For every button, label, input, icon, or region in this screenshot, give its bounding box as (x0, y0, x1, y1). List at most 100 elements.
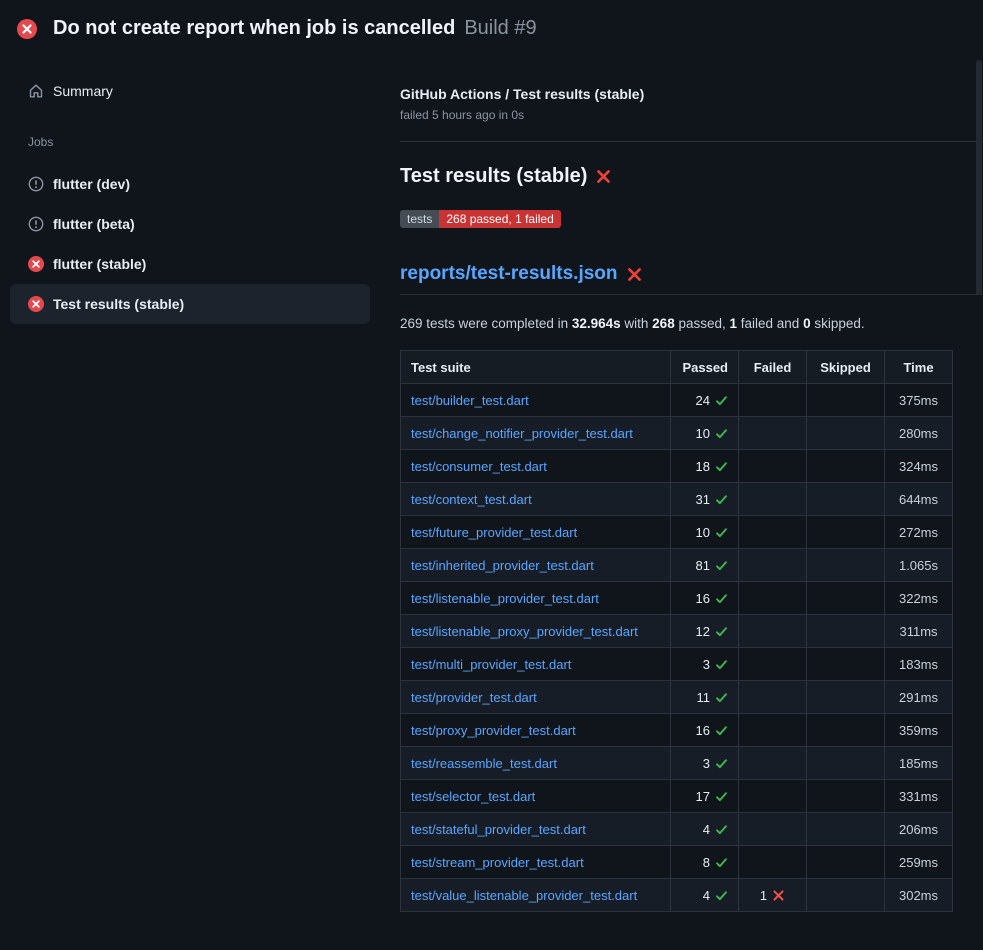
test-suite-cell: test/builder_test.dart (401, 384, 671, 417)
sidebar-job-item[interactable]: flutter (beta) (10, 204, 370, 244)
test-suite-cell: test/consumer_test.dart (401, 450, 671, 483)
sidebar-job-item[interactable]: flutter (dev) (10, 164, 370, 204)
test-suite-link[interactable]: test/inherited_provider_test.dart (411, 558, 594, 573)
time-cell: 324ms (885, 450, 953, 483)
time-cell: 206ms (885, 813, 953, 846)
sidebar-item-summary[interactable]: Summary (10, 73, 370, 109)
skipped-cell (807, 516, 885, 549)
summary-part: skipped. (811, 316, 865, 331)
passed-cell: 31 (671, 483, 739, 516)
x-circle-icon (28, 256, 44, 272)
table-header-row: Test suite Passed Failed Skipped Time (401, 351, 953, 384)
table-row: test/future_provider_test.dart10272ms (401, 516, 953, 549)
test-suite-link[interactable]: test/provider_test.dart (411, 690, 537, 705)
skipped-cell (807, 846, 885, 879)
check-icon (715, 493, 728, 506)
test-suite-cell: test/listenable_provider_test.dart (401, 582, 671, 615)
test-suite-cell: test/future_provider_test.dart (401, 516, 671, 549)
test-suite-link[interactable]: test/listenable_provider_test.dart (411, 591, 599, 606)
passed-count: 31 (696, 492, 710, 507)
section-title: Test results (stable) (400, 165, 983, 188)
test-suite-link[interactable]: test/builder_test.dart (411, 393, 529, 408)
test-suite-cell: test/proxy_provider_test.dart (401, 714, 671, 747)
test-suite-link[interactable]: test/selector_test.dart (411, 789, 535, 804)
failed-cell (739, 747, 807, 780)
passed-count: 12 (696, 624, 710, 639)
test-suite-link[interactable]: test/value_listenable_provider_test.dart (411, 888, 637, 903)
report-link[interactable]: reports/test-results.json (400, 263, 618, 285)
divider (400, 141, 983, 142)
test-suite-link[interactable]: test/reassemble_test.dart (411, 756, 557, 771)
column-header-time: Time (885, 351, 953, 384)
passed-cell: 24 (671, 384, 739, 417)
table-row: test/consumer_test.dart18324ms (401, 450, 953, 483)
test-suite-link[interactable]: test/stateful_provider_test.dart (411, 822, 586, 837)
passed-cell: 10 (671, 417, 739, 450)
summary-part: passed, (675, 316, 730, 331)
failed-cell (739, 483, 807, 516)
tests-badge: tests 268 passed, 1 failed (400, 210, 561, 228)
skipped-cell (807, 384, 885, 417)
summary-passed-count: 268 (652, 316, 675, 331)
test-suite-link[interactable]: test/future_provider_test.dart (411, 525, 577, 540)
test-suite-cell: test/selector_test.dart (401, 780, 671, 813)
sidebar-job-item[interactable]: flutter (stable) (10, 244, 370, 284)
check-icon (715, 526, 728, 539)
breadcrumb[interactable]: GitHub Actions / Test results (stable) (400, 86, 983, 102)
test-suite-cell: test/inherited_provider_test.dart (401, 549, 671, 582)
failed-count: 1 (760, 888, 767, 903)
passed-count: 4 (703, 888, 710, 903)
check-icon (715, 658, 728, 671)
table-row: test/provider_test.dart11291ms (401, 681, 953, 714)
skipped-cell (807, 582, 885, 615)
sidebar-job-item[interactable]: Test results (stable) (10, 284, 370, 324)
jobs-section-label: Jobs (0, 135, 380, 149)
column-header-skipped: Skipped (807, 351, 885, 384)
passed-cell: 12 (671, 615, 739, 648)
test-suite-link[interactable]: test/proxy_provider_test.dart (411, 723, 576, 738)
test-suite-link[interactable]: test/context_test.dart (411, 492, 532, 507)
check-icon (715, 592, 728, 605)
skipped-cell (807, 417, 885, 450)
passed-cell: 8 (671, 846, 739, 879)
failed-cell (739, 714, 807, 747)
check-icon (715, 724, 728, 737)
failed-cell (739, 417, 807, 450)
check-icon (715, 691, 728, 704)
test-suite-link[interactable]: test/listenable_proxy_provider_test.dart (411, 624, 638, 639)
time-cell: 331ms (885, 780, 953, 813)
failed-cell (739, 384, 807, 417)
time-cell: 185ms (885, 747, 953, 780)
sidebar-item-label: Summary (53, 83, 113, 99)
test-suite-cell: test/change_notifier_provider_test.dart (401, 417, 671, 450)
failed-cell (739, 582, 807, 615)
test-suite-link[interactable]: test/multi_provider_test.dart (411, 657, 571, 672)
table-row: test/listenable_proxy_provider_test.dart… (401, 615, 953, 648)
failed-cell (739, 549, 807, 582)
table-row: test/stateful_provider_test.dart 4 206ms (401, 813, 953, 846)
test-suite-link[interactable]: test/consumer_test.dart (411, 459, 547, 474)
passed-cell: 17 (671, 780, 739, 813)
time-cell: 1.065s (885, 549, 953, 582)
job-label: flutter (beta) (53, 216, 135, 232)
test-suite-link[interactable]: test/stream_provider_test.dart (411, 855, 584, 870)
test-suite-cell: test/stateful_provider_test.dart (401, 813, 671, 846)
check-icon (715, 625, 728, 638)
failed-cell: 1 (739, 879, 807, 912)
failed-cell (739, 780, 807, 813)
table-row: test/context_test.dart31644ms (401, 483, 953, 516)
job-label: flutter (stable) (53, 256, 146, 272)
test-suite-link[interactable]: test/change_notifier_provider_test.dart (411, 426, 633, 441)
passed-count: 8 (703, 855, 710, 870)
passed-count: 17 (696, 789, 710, 804)
table-row: test/multi_provider_test.dart3183ms (401, 648, 953, 681)
alert-circle-icon (28, 216, 44, 232)
passed-cell: 4 (671, 879, 739, 912)
check-icon (715, 889, 728, 902)
test-suite-cell: test/provider_test.dart (401, 681, 671, 714)
passed-count: 4 (703, 822, 710, 837)
check-icon (715, 823, 728, 836)
scrollbar-thumb[interactable] (976, 60, 982, 295)
passed-count: 81 (696, 558, 710, 573)
time-cell: 322ms (885, 582, 953, 615)
